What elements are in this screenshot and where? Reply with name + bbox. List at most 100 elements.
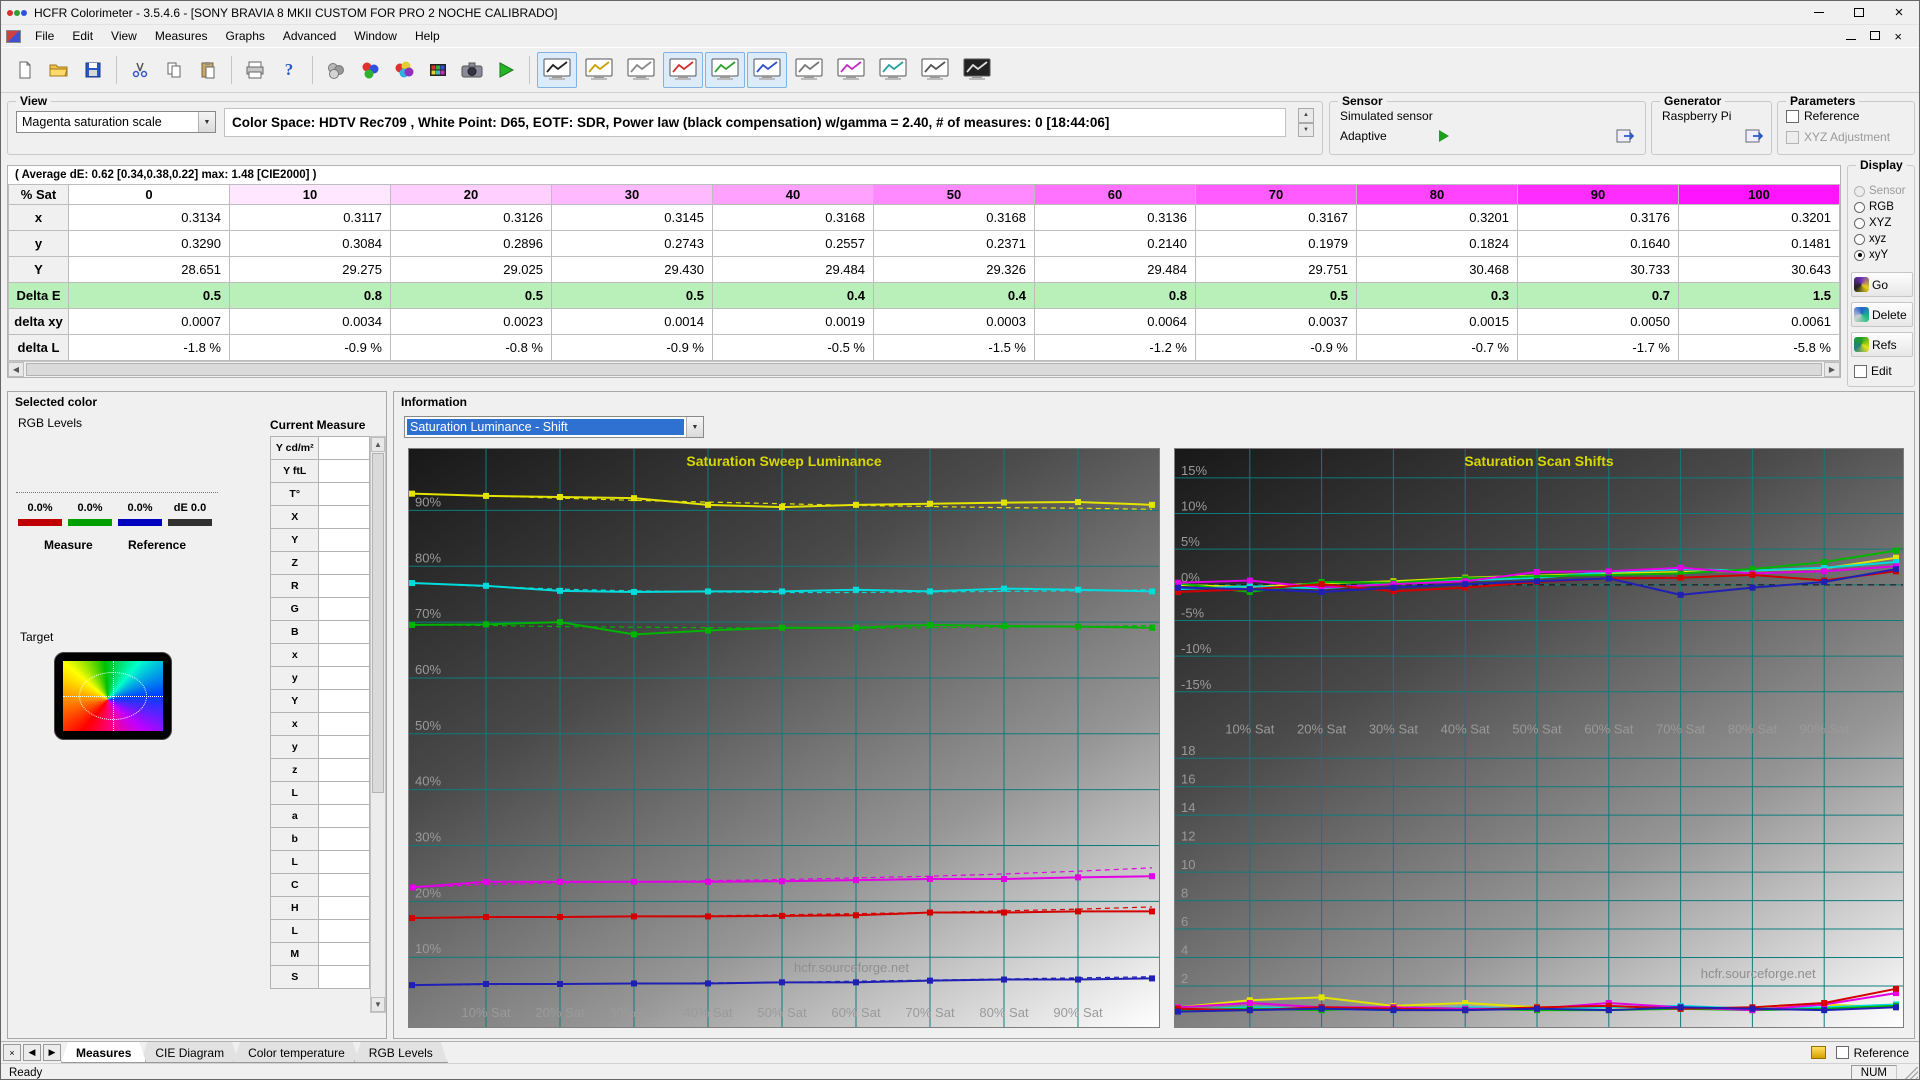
sensor-config-button[interactable] — [1615, 126, 1639, 146]
measure-cell[interactable]: -0.5 % — [713, 335, 874, 361]
open-folder-button[interactable] — [43, 54, 75, 86]
new-file-button[interactable] — [9, 54, 41, 86]
measure-cell[interactable]: -0.9 % — [230, 335, 391, 361]
measure-cell[interactable]: 0.2743 — [552, 231, 713, 257]
measure-cell[interactable]: 0.0023 — [391, 309, 552, 335]
measure-cell[interactable]: 29.430 — [552, 257, 713, 283]
measure-cell[interactable]: 0.5 — [69, 283, 230, 309]
measure-cell[interactable]: -0.7 % — [1357, 335, 1518, 361]
close-button[interactable]: × — [1879, 1, 1919, 24]
measure-cell[interactable]: 30.468 — [1357, 257, 1518, 283]
measure-cell[interactable]: 30.733 — [1518, 257, 1679, 283]
measure-value-cell[interactable] — [319, 736, 370, 759]
saturation-scan-shifts-chart[interactable]: 15%10%5%0%-5%-10%-15%1816141210864210% S… — [1174, 448, 1904, 1028]
measure-value-cell[interactable] — [319, 506, 370, 529]
scroll-down-icon[interactable]: ▼ — [371, 997, 385, 1012]
sat-column-20[interactable]: 20 — [391, 185, 552, 205]
measure-value-cell[interactable] — [319, 966, 370, 989]
measure-cell[interactable]: 0.0007 — [69, 309, 230, 335]
measure-cell[interactable]: 29.025 — [391, 257, 552, 283]
measure-cell[interactable]: -1.7 % — [1518, 335, 1679, 361]
measure-cell[interactable]: 0.0019 — [713, 309, 874, 335]
measure-cell[interactable]: 0.3 — [1357, 283, 1518, 309]
minimize-button[interactable] — [1799, 1, 1839, 24]
measure-cell[interactable]: 29.326 — [874, 257, 1035, 283]
view-contrast-button[interactable] — [873, 52, 913, 88]
copy-button[interactable] — [158, 54, 190, 86]
measure-cell[interactable]: 0.1979 — [1196, 231, 1357, 257]
measure-cell[interactable]: 0.1824 — [1357, 231, 1518, 257]
measure-value-cell[interactable] — [319, 759, 370, 782]
color-checker-button[interactable] — [422, 54, 454, 86]
measure-cell[interactable]: -0.9 % — [1196, 335, 1357, 361]
measure-value-cell[interactable] — [319, 943, 370, 966]
camera-button[interactable] — [456, 54, 488, 86]
measure-cell[interactable]: 0.0037 — [1196, 309, 1357, 335]
measure-value-cell[interactable] — [319, 690, 370, 713]
measure-cell[interactable]: 0.1640 — [1518, 231, 1679, 257]
resize-grip[interactable] — [1905, 1067, 1918, 1080]
measure-value-cell[interactable] — [319, 713, 370, 736]
measure-cell[interactable]: 0.2371 — [874, 231, 1035, 257]
measure-cell[interactable]: 0.3117 — [230, 205, 391, 231]
menu-edit[interactable]: Edit — [63, 26, 102, 46]
saturation-balls-button[interactable] — [388, 54, 420, 86]
cut-button[interactable] — [124, 54, 156, 86]
sat-column-30[interactable]: 30 — [552, 185, 713, 205]
measure-cell[interactable]: 0.3126 — [391, 205, 552, 231]
measure-cell[interactable]: 0.0015 — [1357, 309, 1518, 335]
current-measure-scrollbar[interactable]: ▲ ▼ — [370, 436, 386, 1013]
measure-cell[interactable]: 0.2896 — [391, 231, 552, 257]
display-mode-xyz[interactable]: XYZ — [1854, 216, 1914, 230]
measure-cell[interactable]: 0.3168 — [874, 205, 1035, 231]
view-near-black-button[interactable] — [915, 52, 955, 88]
menu-window[interactable]: Window — [345, 26, 406, 46]
view-grayscale-button[interactable] — [579, 52, 619, 88]
measure-cell[interactable]: -1.5 % — [874, 335, 1035, 361]
refs-button[interactable]: Refs — [1851, 332, 1913, 357]
measure-cell[interactable]: 0.0003 — [874, 309, 1035, 335]
mdi-minimize-button[interactable] — [1846, 29, 1856, 43]
measure-cell[interactable]: -0.8 % — [391, 335, 552, 361]
target-gamut-thumbnail[interactable] — [54, 652, 172, 740]
measure-value-cell[interactable] — [319, 805, 370, 828]
param-reference-checkbox[interactable]: Reference — [1786, 109, 1914, 123]
measure-cell[interactable]: 0.2557 — [713, 231, 874, 257]
sensor-run-icon[interactable] — [1439, 130, 1449, 142]
sat-column-100[interactable]: 100 — [1679, 185, 1840, 205]
tab-color-temperature[interactable]: Color temperature — [233, 1042, 360, 1063]
sensor-balls-button[interactable] — [320, 54, 352, 86]
rgb-balls-button[interactable] — [354, 54, 386, 86]
sat-column-10[interactable]: 10 — [230, 185, 391, 205]
menu-graphs[interactable]: Graphs — [217, 26, 274, 46]
measure-cell[interactable]: 29.484 — [1035, 257, 1196, 283]
measure-cell[interactable]: 0.3134 — [69, 205, 230, 231]
menu-file[interactable]: File — [26, 26, 63, 46]
view-free-measures-button[interactable] — [537, 52, 577, 88]
mdi-restore-button[interactable] — [1870, 29, 1880, 43]
measure-value-cell[interactable] — [319, 782, 370, 805]
measure-value-cell[interactable] — [319, 851, 370, 874]
measure-cell[interactable]: 0.3168 — [713, 205, 874, 231]
measure-cell[interactable]: 0.3290 — [69, 231, 230, 257]
measure-value-cell[interactable] — [319, 552, 370, 575]
measure-value-cell[interactable] — [319, 575, 370, 598]
measure-value-cell[interactable] — [319, 897, 370, 920]
saturation-sweep-luminance-chart[interactable]: 90%80%70%60%50%40%30%20%10%10% Sat20% Sa… — [408, 448, 1160, 1028]
measure-cell[interactable]: 0.0061 — [1679, 309, 1840, 335]
tab-rgb-levels[interactable]: RGB Levels — [354, 1042, 448, 1063]
measures-spinner[interactable]: ▲▼ — [1298, 108, 1314, 137]
sat-column-70[interactable]: 70 — [1196, 185, 1357, 205]
measure-value-cell[interactable] — [319, 667, 370, 690]
tab-close-button[interactable]: × — [3, 1044, 21, 1061]
measure-cell[interactable]: 0.3176 — [1518, 205, 1679, 231]
chevron-down-icon[interactable]: ▼ — [198, 112, 215, 132]
display-mode-xyy[interactable]: xyY — [1854, 248, 1914, 262]
measure-value-cell[interactable] — [319, 529, 370, 552]
scroll-left-icon[interactable]: ◀ — [8, 362, 24, 377]
color-note-icon[interactable] — [1811, 1046, 1826, 1059]
measure-value-cell[interactable] — [319, 437, 370, 460]
measure-value-cell[interactable] — [319, 460, 370, 483]
table-horizontal-scrollbar[interactable]: ◀ ▶ — [8, 361, 1840, 377]
graph-type-selector[interactable]: Saturation Luminance - Shift ▼ — [404, 416, 704, 438]
